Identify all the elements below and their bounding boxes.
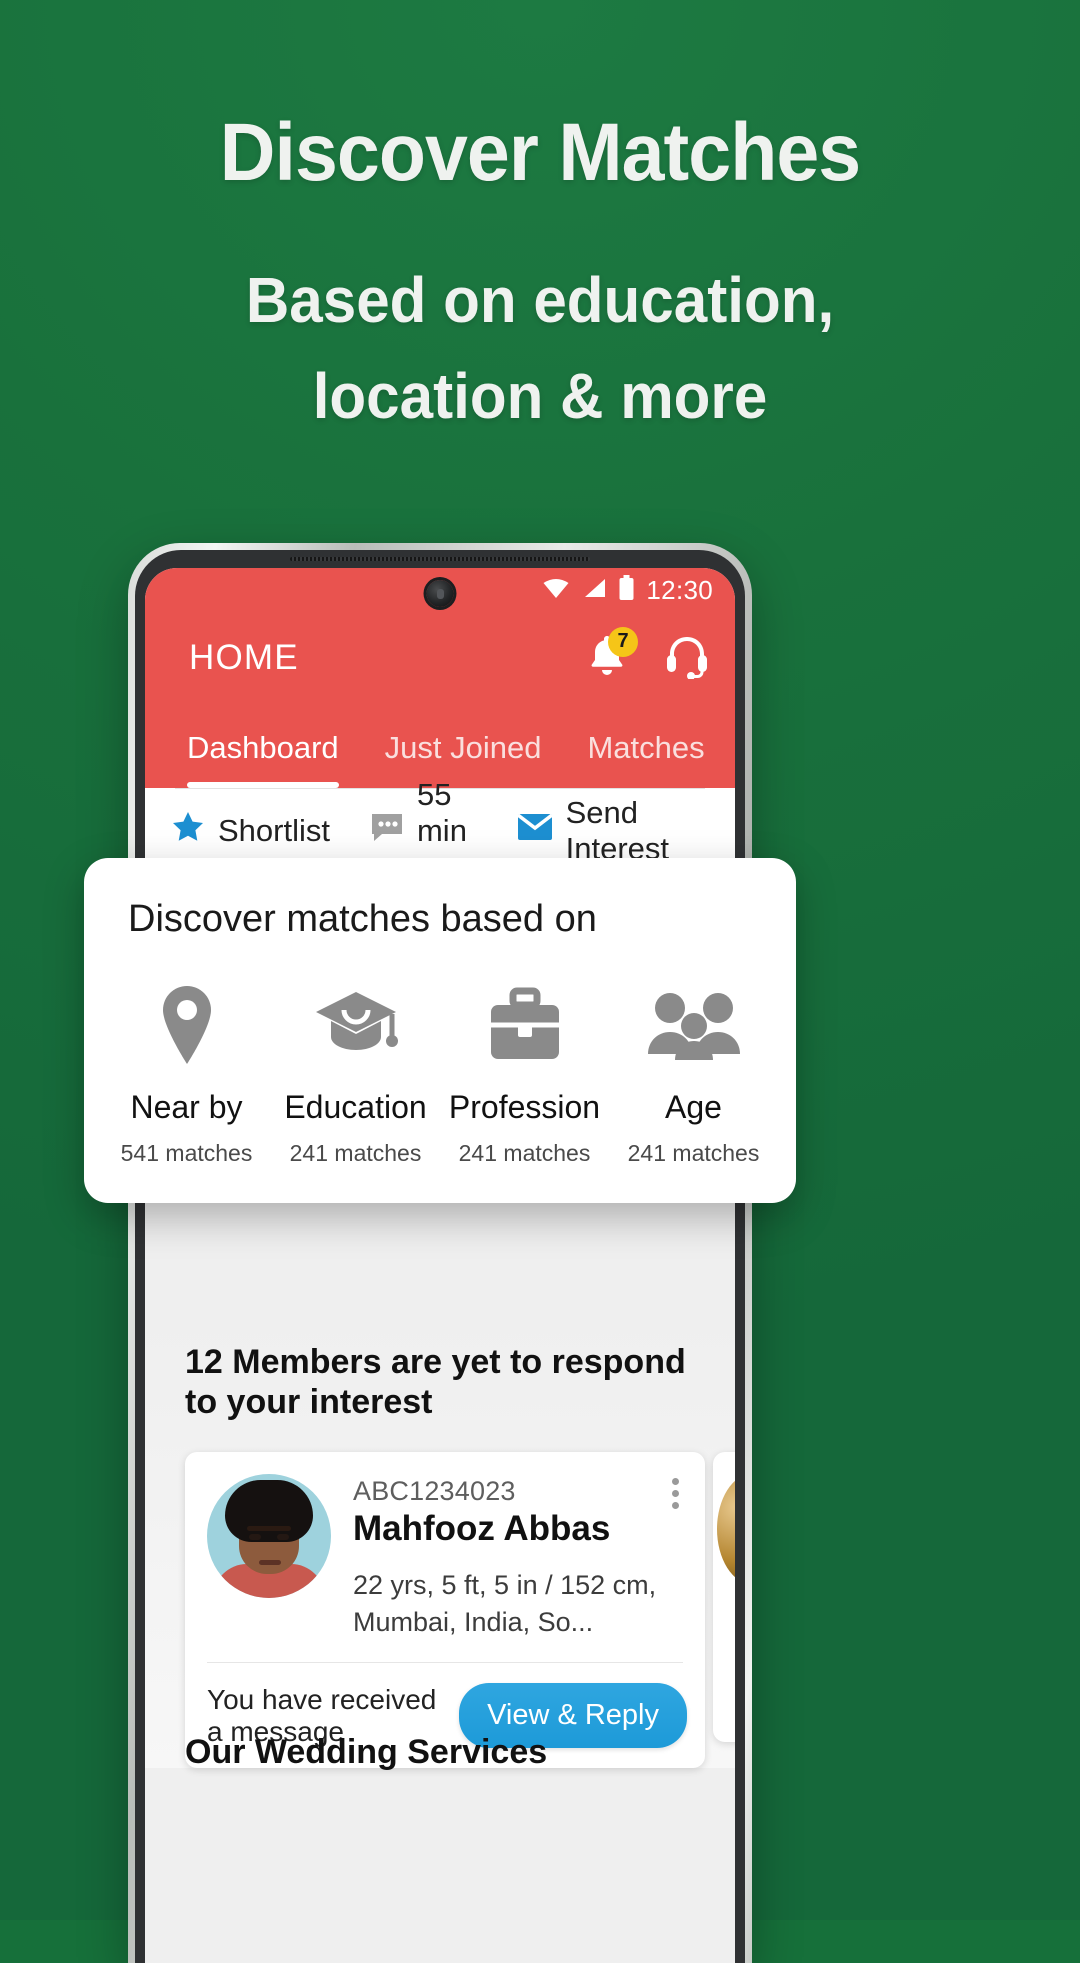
phone-mockup: 12:30 HOME 7 Dashboard Just Joined Match…	[128, 543, 752, 1963]
location-pin-icon	[102, 983, 271, 1067]
profile-name: Mahfooz Abbas	[353, 1509, 611, 1549]
profile-member-id: ABC1234023	[353, 1476, 516, 1507]
profile-card-info: ABC1234023 Mahfooz Abbas 22 yrs, 5 ft, 5…	[331, 1474, 683, 1640]
promo-subheadline-line-1: Based on education,	[245, 264, 835, 336]
tab-dashboard[interactable]: Dashboard	[187, 730, 339, 788]
star-icon	[171, 810, 205, 852]
graduation-cap-icon	[271, 983, 440, 1067]
discover-tile-label: Near by	[130, 1089, 243, 1125]
discover-tile-label: Education	[284, 1089, 427, 1125]
promo-subheadline: Based on education, location & more	[70, 252, 1010, 444]
earpiece-speaker	[290, 557, 590, 561]
shortlist-label: Shortlist	[218, 813, 330, 848]
discover-matches-overlay-card: Discover matches based on Near by 541 ma…	[84, 858, 796, 1203]
discover-tile-count: 241 matches	[458, 1140, 591, 1166]
pending-interest-section: 12 Members are yet to respond to your in…	[145, 1320, 735, 1771]
status-bar-clock: 12:30	[646, 574, 713, 605]
wifi-icon	[542, 577, 570, 604]
front-camera-punch-hole	[426, 580, 454, 607]
kebab-menu-icon[interactable]	[672, 1478, 679, 1514]
promo-headline-block: Discover Matches Based on education, loc…	[0, 112, 1080, 444]
notifications-button[interactable]: 7	[585, 626, 638, 684]
battery-icon	[618, 575, 635, 605]
discover-tile-count: 541 matches	[120, 1140, 253, 1166]
phone-screen: 12:30 HOME 7 Dashboard Just Joined Match…	[145, 568, 735, 1963]
avatar	[207, 1474, 331, 1599]
discover-tile-count: 241 matches	[627, 1140, 760, 1166]
discover-tile-profession[interactable]: Profession 241 matches	[440, 983, 609, 1167]
profile-details-line-2: Mumbai, India, So...	[353, 1606, 594, 1637]
profile-card[interactable]: ABC1234023 Mahfooz Abbas 22 yrs, 5 ft, 5…	[185, 1452, 735, 1769]
discover-tile-education[interactable]: Education 241 matches	[271, 983, 440, 1167]
promo-headline: Discover Matches	[219, 107, 861, 198]
discover-tile-count: 241 matches	[289, 1140, 422, 1166]
next-profile-avatar	[717, 1474, 735, 1585]
discover-tiles: Near by 541 matches Education 241 matche…	[84, 983, 796, 1167]
profile-card-top: ABC1234023 Mahfooz Abbas 22 yrs, 5 ft, 5…	[185, 1474, 705, 1640]
app-top-area: 12:30 HOME 7 Dashboard Just Joined Match…	[145, 568, 735, 788]
support-button[interactable]	[663, 633, 711, 684]
send-interest-action[interactable]: Send Interest	[516, 795, 669, 867]
discover-tile-near-by[interactable]: Near by 541 matches	[102, 983, 271, 1167]
promo-subheadline-line-2: location & more	[312, 360, 768, 432]
wedding-services-title: Our Wedding Services	[185, 1733, 548, 1772]
briefcase-icon	[440, 983, 609, 1067]
discover-tile-age[interactable]: Age 241 matches	[609, 983, 778, 1167]
shortlist-action[interactable]: Shortlist	[171, 810, 330, 852]
cellular-signal-icon	[581, 577, 607, 604]
headset-support-icon	[663, 636, 711, 683]
overlay-title: Discover matches based on	[128, 898, 597, 940]
send-interest-label: Send Interest	[565, 795, 669, 866]
profile-card-next-peek[interactable]	[713, 1452, 735, 1743]
tab-matches[interactable]: Matches	[587, 730, 704, 788]
chat-bubble-icon	[370, 811, 404, 851]
profile-details: 22 yrs, 5 ft, 5 in / 152 cm, Mumbai, Ind…	[353, 1567, 683, 1640]
discover-tile-label: Profession	[448, 1089, 601, 1125]
notification-badge-count: 7	[608, 626, 638, 657]
profile-details-line-1: 22 yrs, 5 ft, 5 in / 152 cm,	[353, 1570, 657, 1601]
people-group-icon	[609, 983, 778, 1067]
discover-tile-label: Age	[665, 1089, 722, 1125]
phone-bezel: 12:30 HOME 7 Dashboard Just Joined Match…	[135, 550, 745, 1963]
bell-icon	[585, 635, 629, 683]
pending-interest-title: 12 Members are yet to respond to your in…	[185, 1343, 686, 1422]
tab-bar[interactable]: Dashboard Just Joined Matches Premiun	[145, 704, 735, 788]
app-title-bar: HOME 7	[145, 612, 735, 704]
page-title: HOME	[189, 638, 299, 677]
envelope-icon	[516, 813, 553, 849]
